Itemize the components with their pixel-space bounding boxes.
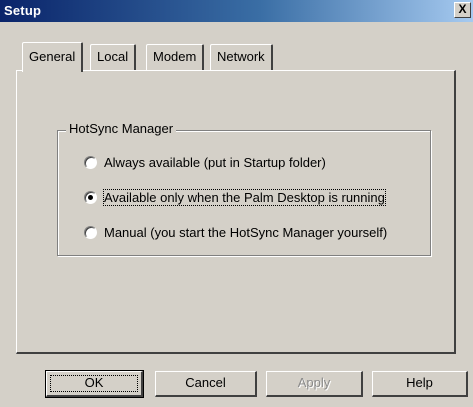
tab-modem[interactable]: Modem (146, 44, 205, 70)
radio-label: Manual (you start the HotSync Manager yo… (104, 225, 388, 240)
radio-button[interactable] (84, 226, 97, 239)
radio-label: Available only when the Palm Desktop is … (103, 189, 386, 206)
focus-rectangle (50, 375, 138, 392)
close-icon: X (458, 2, 467, 16)
cancel-button[interactable]: Cancel (155, 371, 257, 397)
radio-selected-dot (88, 195, 93, 200)
title-bar[interactable]: Setup X (0, 0, 473, 22)
tab-general[interactable]: General (22, 42, 84, 72)
tab-network[interactable]: Network (210, 44, 273, 70)
setup-dialog: Setup X General Local Modem Network HotS… (0, 0, 473, 407)
help-button[interactable]: Help (372, 371, 468, 397)
radio-button[interactable] (84, 191, 97, 204)
hotsync-manager-group-label: HotSync Manager (66, 121, 177, 136)
radio-button[interactable] (84, 156, 97, 169)
apply-button[interactable]: Apply (266, 371, 363, 397)
close-button[interactable]: X (454, 2, 471, 18)
apply-button-label: Apply (297, 375, 331, 390)
cancel-button-label: Cancel (185, 375, 226, 390)
window-title: Setup (4, 3, 42, 18)
ok-button[interactable]: OK (45, 370, 144, 398)
radio-label: Always available (put in Startup folder) (104, 155, 326, 170)
help-button-label: Help (406, 375, 433, 390)
tab-local[interactable]: Local (90, 44, 137, 70)
